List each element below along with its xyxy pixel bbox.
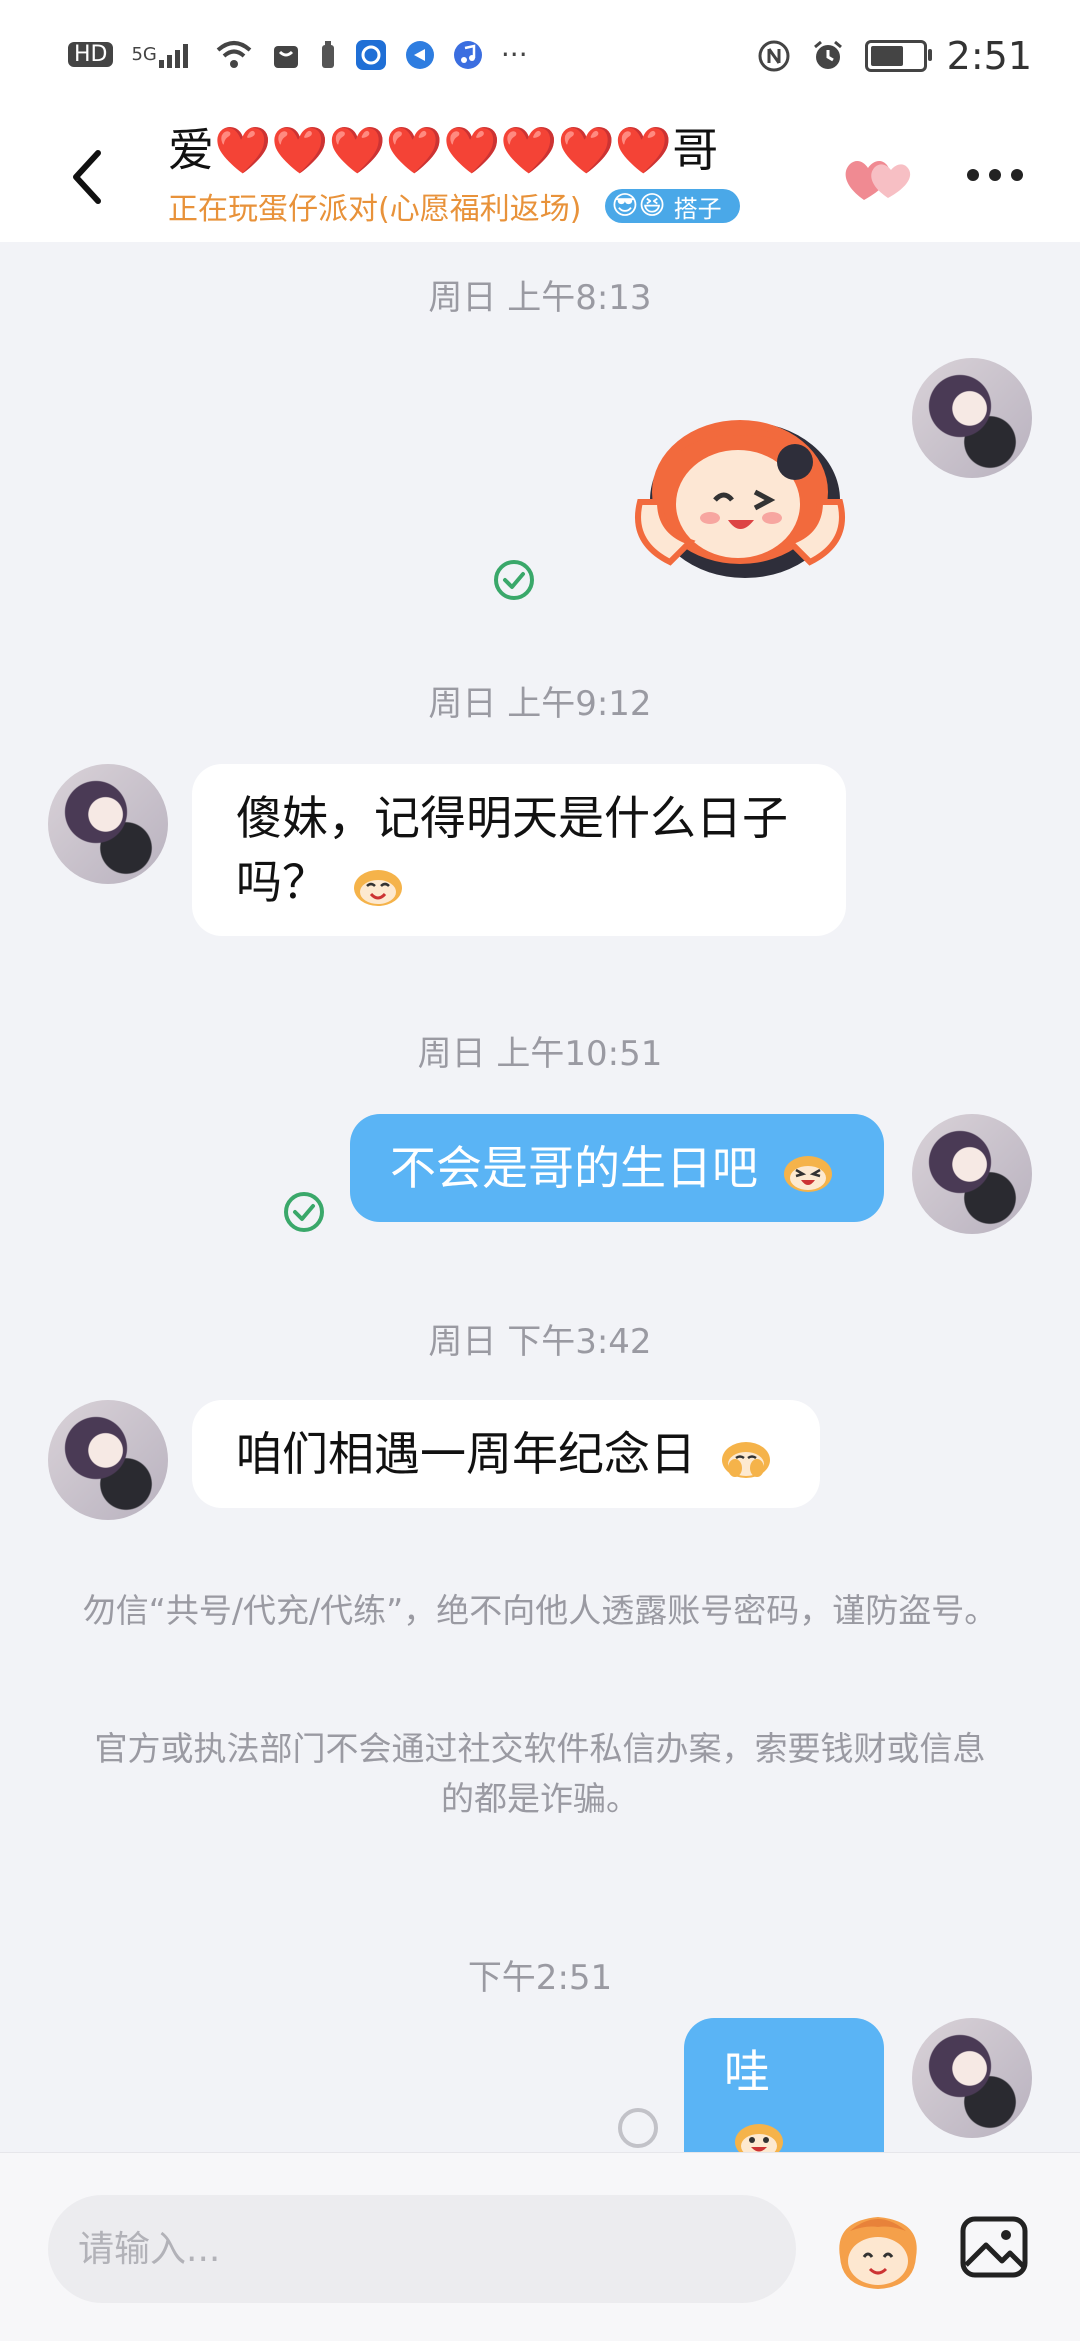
laughing-face-emoji-icon: [783, 1155, 832, 1192]
timestamp: 周日 下午3:42: [428, 1322, 652, 1362]
contact-avatar[interactable]: [48, 1400, 168, 1520]
message-bubble-incoming[interactable]: 傻妹，记得明天是什么日子吗？: [192, 764, 846, 936]
more-notifications-icon: ···: [500, 38, 528, 71]
timestamp: 周日 上午8:13: [428, 278, 652, 318]
message-input[interactable]: [48, 2195, 796, 2303]
message-text: 哇: [724, 2045, 770, 2099]
message-text: 不会是哥的生日吧: [390, 1141, 758, 1195]
sending-status-icon: [618, 2108, 658, 2148]
security-notice: 勿信“共号/代充/代练”，绝不向他人透露账号密码，谨防盗号。: [82, 1591, 998, 1630]
message-bubble-incoming[interactable]: 咱们相遇一周年纪念日: [192, 1400, 820, 1508]
intimacy-hearts-icon[interactable]: [840, 150, 920, 210]
message-text: 傻妹，记得明天是什么日子吗？: [236, 791, 788, 909]
shy-face-emoji-icon: [721, 1441, 770, 1478]
timestamp: 周日 上午9:12: [428, 684, 652, 724]
my-avatar[interactable]: [912, 1114, 1032, 1234]
emoji-panel-icon[interactable]: [830, 2201, 926, 2297]
image-picker-icon[interactable]: [958, 2211, 1030, 2283]
contact-avatar[interactable]: [48, 764, 168, 884]
more-options-button[interactable]: [960, 160, 1030, 190]
sticker-image[interactable]: [620, 392, 860, 612]
app-icon-c: [355, 39, 387, 71]
status-bar: HD 5G ··· 2:51: [0, 0, 1080, 120]
my-avatar[interactable]: [912, 358, 1032, 478]
bag-icon: [271, 40, 301, 70]
signal-icon: 5G: [131, 40, 196, 70]
contact-name: 爱❤️❤️❤️❤️❤️❤️❤️❤️哥: [168, 123, 719, 177]
hd-indicator: HD: [68, 42, 114, 67]
status-line: 正在玩蛋仔派对(心愿福利返场) 😎😆 搭子: [168, 184, 808, 228]
status-left: HD 5G ···: [68, 38, 528, 71]
nfc-icon: [757, 39, 791, 73]
chat-title-block[interactable]: 爱❤️❤️❤️❤️❤️❤️❤️❤️哥 正在玩蛋仔派对(心愿福利返场) 😎😆 搭子: [168, 120, 808, 228]
battery-saver-icon: [319, 40, 337, 70]
buddy-badge-label: 搭子: [673, 194, 722, 223]
buddy-badge-emoji: 😎😆: [611, 191, 666, 221]
read-check-icon: [284, 1192, 324, 1232]
battery-icon: [864, 40, 932, 72]
timestamp: 周日 上午10:51: [417, 1034, 663, 1074]
chevron-left-icon: [73, 150, 101, 204]
read-check-icon: [494, 560, 534, 600]
fraud-notice: 官方或执法部门不会通过社交软件私信办案，索要钱财或信息的都是诈骗。: [94, 1729, 986, 1818]
my-avatar[interactable]: [912, 2018, 1032, 2138]
input-bar: [0, 2152, 1080, 2341]
chat-header: 爱❤️❤️❤️❤️❤️❤️❤️❤️哥 正在玩蛋仔派对(心愿福利返场) 😎😆 搭子: [0, 120, 1080, 242]
timestamp: 下午2:51: [467, 1958, 613, 1998]
playing-status: 正在玩蛋仔派对(心愿福利返场): [168, 192, 582, 227]
chat-area[interactable]: 周日 上午8:13 周日 上午9:12 傻妹，记得明天是什么日子吗？ 周日 上午…: [0, 242, 1080, 2190]
back-button[interactable]: [58, 142, 118, 212]
message-text: 咱们相遇一周年纪念日: [236, 1427, 696, 1481]
status-right: 2:51: [757, 34, 1032, 78]
smiling-face-emoji-icon: [353, 869, 402, 906]
status-time: 2:51: [946, 34, 1032, 78]
app-icon-share: [405, 40, 435, 70]
message-bubble-outgoing[interactable]: 不会是哥的生日吧: [350, 1114, 884, 1222]
music-icon: [453, 40, 483, 70]
alarm-icon: [811, 39, 845, 73]
buddy-badge[interactable]: 😎😆 搭子: [605, 189, 740, 223]
wifi-icon: [215, 40, 253, 70]
